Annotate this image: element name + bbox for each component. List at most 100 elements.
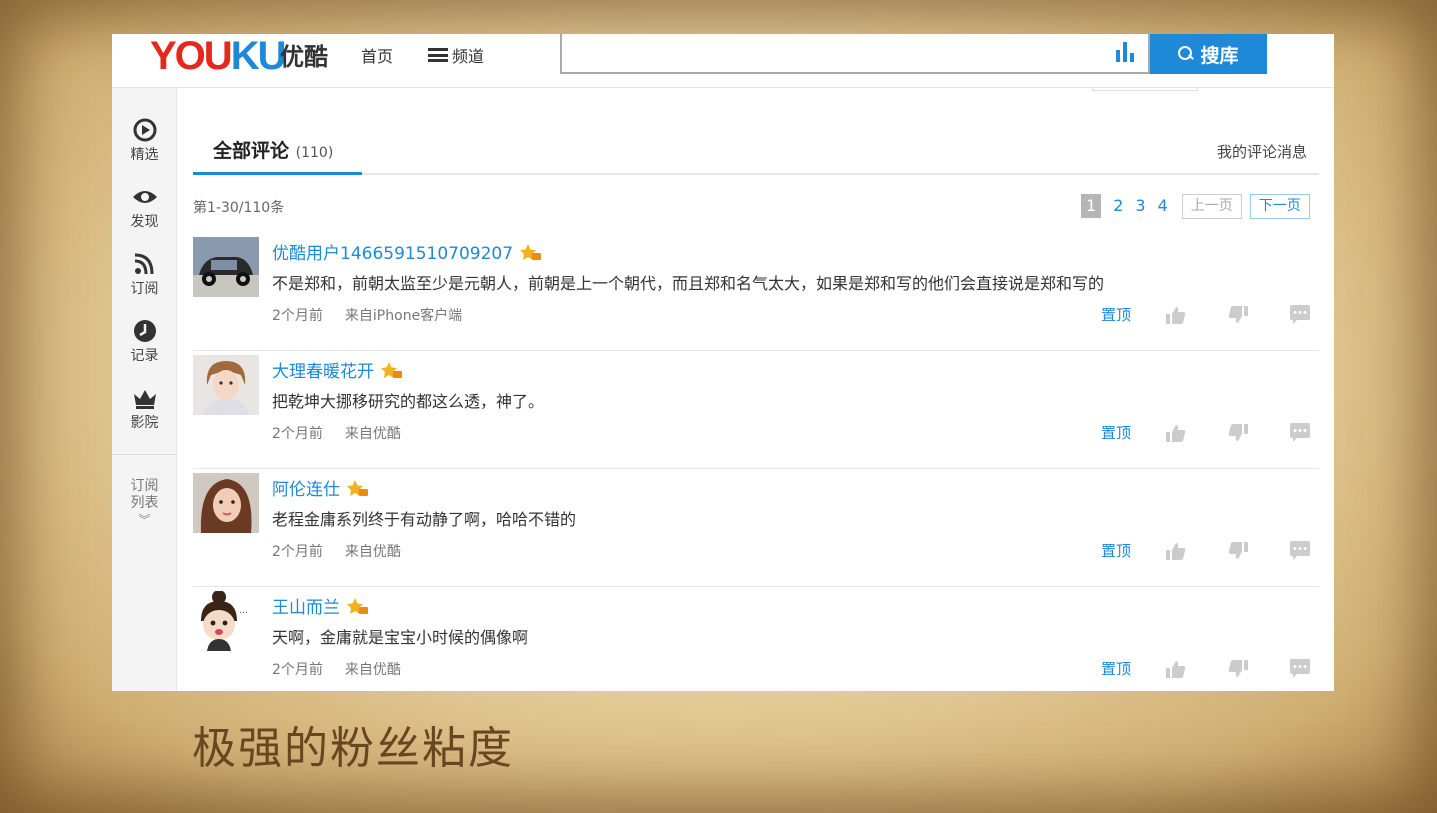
comment-meta: 2个月前 来自iPhone客户端 <box>272 305 462 325</box>
sidebar-item-cinema[interactable]: 影院 <box>112 386 177 432</box>
comment-source: 来自优酷 <box>344 662 401 678</box>
eye-icon <box>132 191 157 203</box>
sidebar-item-label: 影院 <box>130 415 159 431</box>
comment-item: 大理春暖花开 把乾坤大挪移研究的都这么透，神了。 2个月前 来自优酷 置顶 <box>193 351 1319 469</box>
avatar[interactable] <box>193 237 259 297</box>
username-text: 优酷用户1466591510709207 <box>272 244 514 264</box>
page-1[interactable]: 1 <box>1081 194 1102 218</box>
pin-button[interactable]: 置顶 <box>1101 422 1131 443</box>
vip-badge-icon <box>520 243 542 260</box>
sidebar-item-label: 发现 <box>130 214 159 230</box>
comment-item: 优酷用户1466591510709207 不是郑和，前朝太监至少是元朝人，前朝是… <box>193 233 1319 351</box>
top-bar: YOUKU 优酷 首页 频道 搜库 <box>112 34 1334 88</box>
thumbs-down-icon[interactable] <box>1227 423 1249 443</box>
pin-button[interactable]: 置顶 <box>1101 304 1131 325</box>
avatar[interactable] <box>193 355 259 415</box>
svg-text:…: … <box>239 606 248 616</box>
thumbs-up-icon[interactable] <box>1165 423 1187 443</box>
comment-text: 不是郑和，前朝太监至少是元朝人，前朝是上一个朝代，而且郑和名气太大，如果是郑和写… <box>272 274 1105 293</box>
comment-text: 把乾坤大挪移研究的都这么透，神了。 <box>272 392 545 411</box>
comment-range: 第1-30/110条 <box>193 200 285 216</box>
comment-username[interactable]: 大理春暖花开 <box>272 357 402 382</box>
nav-home-link[interactable]: 首页 <box>361 43 393 67</box>
comment-text: 天啊，金庸就是宝宝小时候的偶像啊 <box>272 628 529 647</box>
comment-time: 2个月前 <box>272 308 323 324</box>
vip-badge-icon <box>347 597 368 614</box>
comment-text: 老程金庸系列终于有动静了啊，哈哈不错的 <box>272 510 577 529</box>
comment-username[interactable]: 王山而兰 <box>272 593 368 618</box>
subscription-list-toggle[interactable]: 订阅 列表 ︾ <box>112 478 177 529</box>
pin-button[interactable]: 置顶 <box>1101 540 1131 561</box>
pin-button[interactable]: 置顶 <box>1101 658 1131 679</box>
nav-channel-link[interactable]: 频道 <box>428 43 484 67</box>
clock-icon <box>133 320 156 342</box>
menu-icon <box>428 48 448 62</box>
search-button-label: 搜库 <box>1200 44 1239 67</box>
sidebar-item-subscribe[interactable]: 订阅 <box>112 252 177 298</box>
comment-username[interactable]: 优酷用户1466591510709207 <box>272 239 542 264</box>
search-input[interactable] <box>560 34 1150 74</box>
username-text: 王山而兰 <box>272 598 340 618</box>
thumbs-up-icon[interactable] <box>1165 541 1187 561</box>
my-comment-messages-link[interactable]: 我的评论消息 <box>1217 141 1307 162</box>
thumbs-up-icon[interactable] <box>1165 305 1187 325</box>
comment-time: 2个月前 <box>272 544 323 560</box>
dropdown-stub <box>1092 88 1198 91</box>
reply-icon[interactable] <box>1289 541 1311 561</box>
tab-all-comments[interactable]: 全部评论 (110) <box>193 126 362 175</box>
avatar[interactable]: … <box>193 591 259 651</box>
search-button[interactable]: 搜库 <box>1150 34 1267 74</box>
reply-icon[interactable] <box>1289 423 1311 443</box>
logo-chinese[interactable]: 优酷 <box>280 37 328 72</box>
comment-source: 来自优酷 <box>344 426 401 442</box>
nav-channel-label: 频道 <box>452 47 485 66</box>
logo-you: YOU <box>150 34 233 78</box>
avatar[interactable] <box>193 473 259 533</box>
sidebar-item-featured[interactable]: 精选 <box>112 118 177 164</box>
sidebar-item-discover[interactable]: 发现 <box>112 185 177 231</box>
youku-screenshot: YOUKU 优酷 首页 频道 搜库 精选 发现 订阅 记录 影院 订阅 列表 ︾… <box>112 34 1334 691</box>
username-text: 大理春暖花开 <box>272 362 374 382</box>
username-text: 阿伦连仕 <box>272 480 340 500</box>
page-4[interactable]: 4 <box>1152 194 1174 218</box>
thumbs-down-icon[interactable] <box>1227 541 1249 561</box>
comment-meta: 2个月前 来自优酷 <box>272 541 401 561</box>
sub-line-1: 订阅 <box>130 478 159 494</box>
comment-meta: 2个月前 来自优酷 <box>272 423 401 443</box>
comment-source: 来自iPhone客户端 <box>344 308 463 324</box>
rss-icon <box>134 253 153 275</box>
sidebar-item-label: 订阅 <box>130 281 159 297</box>
comment-source: 来自优酷 <box>344 544 401 560</box>
sidebar-item-label: 精选 <box>130 147 159 163</box>
vip-badge-icon <box>381 361 402 378</box>
page-3[interactable]: 3 <box>1129 194 1151 218</box>
logo-ku: KU <box>230 34 287 78</box>
left-sidebar: 精选 发现 订阅 记录 影院 订阅 列表 ︾ <box>112 88 177 691</box>
tab-label: 全部评论 <box>213 140 290 162</box>
chevron-down-icon: ︾ <box>138 513 151 527</box>
thumbs-down-icon[interactable] <box>1227 659 1249 679</box>
search-icon <box>1178 46 1194 62</box>
next-page-button[interactable]: 下一页 <box>1249 193 1310 219</box>
reply-icon[interactable] <box>1289 659 1311 679</box>
play-circle-icon <box>133 118 156 142</box>
comment-time: 2个月前 <box>272 662 323 678</box>
comment-item: 阿伦连仕 老程金庸系列终于有动静了啊，哈哈不错的 2个月前 来自优酷 置顶 <box>193 469 1319 587</box>
reply-icon[interactable] <box>1289 305 1311 325</box>
comment-item: … 王山而兰 天啊，金庸就是宝宝小时候的偶像啊 2个月前 来自优酷 置顶 <box>193 587 1319 691</box>
sidebar-divider <box>112 454 177 455</box>
chart-bars-icon[interactable] <box>1116 42 1138 62</box>
sidebar-item-history[interactable]: 记录 <box>112 319 177 365</box>
thumbs-up-icon[interactable] <box>1165 659 1187 679</box>
comment-username[interactable]: 阿伦连仕 <box>272 475 368 500</box>
vip-badge-icon <box>347 479 368 496</box>
comment-tabs: 全部评论 (110) 我的评论消息 <box>193 126 1319 175</box>
thumbs-down-icon[interactable] <box>1227 305 1249 325</box>
page-2[interactable]: 2 <box>1107 194 1129 218</box>
sub-line-2: 列表 <box>130 495 159 511</box>
tab-count: (110) <box>295 145 334 161</box>
comment-meta: 2个月前 来自优酷 <box>272 659 401 679</box>
youku-logo[interactable]: YOUKU <box>150 34 287 78</box>
prev-page-button[interactable]: 上一页 <box>1181 193 1242 219</box>
comment-time: 2个月前 <box>272 426 323 442</box>
